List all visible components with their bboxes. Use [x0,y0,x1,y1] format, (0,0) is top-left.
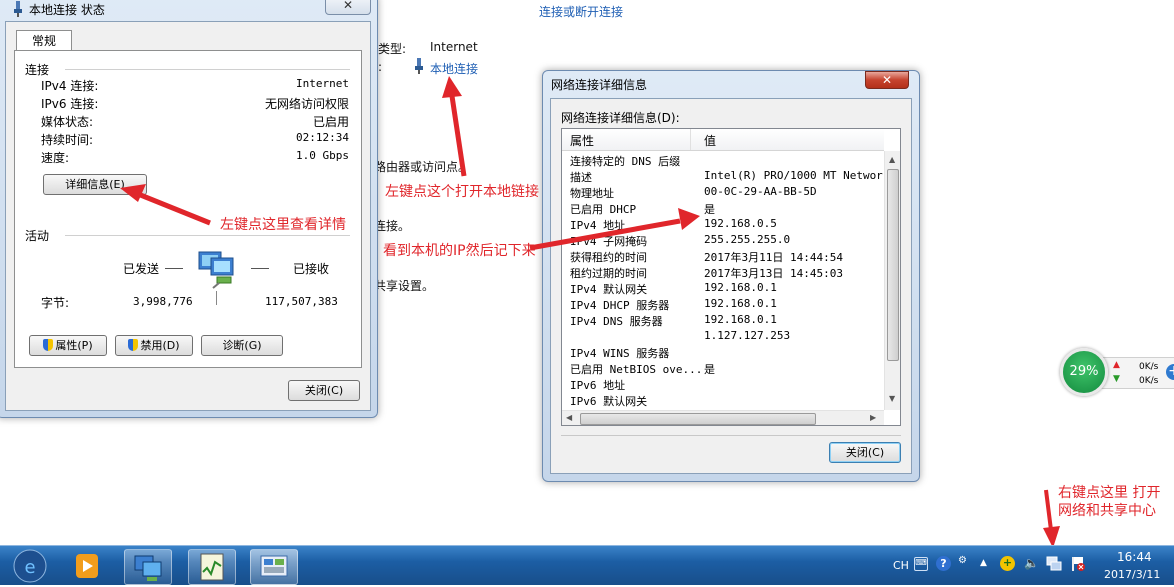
speed-panel: ▲ ▼ 0K/s 0K/s [1100,357,1174,389]
annotation-open-connection: 左键点这个打开本地链接 [385,184,539,200]
annotation-arrows [120,76,1060,548]
input-language[interactable]: CH [893,559,909,572]
network-tray-icon[interactable] [1046,556,1062,572]
media-player-icon[interactable] [66,550,106,582]
expand-plus-icon[interactable]: + [1166,364,1174,380]
memory-percent-ball[interactable]: 29% [1060,348,1108,396]
svg-text:e: e [24,557,35,578]
taskbar-performance-app[interactable] [188,549,236,585]
annotation-note-ip: 看到本机的IP然后记下来 [383,243,536,259]
clock-time[interactable]: 16:44 [1117,550,1152,564]
annotation-details: 左键点这里查看详情 [220,217,346,233]
security-app-icon[interactable]: + [1000,556,1015,571]
volume-icon[interactable]: 🔈 [1024,556,1039,570]
start-button[interactable]: e [10,548,50,584]
help-icon[interactable]: ? [936,556,951,571]
upload-arrow-icon: ▲ [1113,360,1120,370]
upload-speed: 0K/s [1139,362,1159,372]
action-center-flag-icon[interactable] [1070,556,1086,572]
clock-date[interactable]: 2017/3/11 [1104,568,1160,581]
annotation-tray-line2: 网络和共享中心 [1058,503,1156,519]
performance-chart-icon [200,553,224,581]
taskbar-network-app[interactable] [124,549,172,585]
download-speed: 0K/s [1139,376,1159,386]
control-panel-icon [260,555,288,577]
speed-widget[interactable]: ▲ ▼ 0K/s 0K/s 29% + [1060,348,1174,398]
show-hidden-icons-icon[interactable]: ▲ [980,558,987,568]
settings-icon[interactable]: ⚙ [958,555,967,566]
taskbar-control-panel-app[interactable] [250,549,298,585]
taskbar: e CH ⌨ ? ⚙ ▲ + 🔈 16:44 2017/3/11 [0,545,1174,585]
download-arrow-icon: ▼ [1113,374,1120,384]
annotation-tray-line1: 右键点这里 打开 [1058,485,1161,501]
keyboard-icon[interactable]: ⌨ [914,557,928,571]
network-computers-icon [134,555,162,581]
